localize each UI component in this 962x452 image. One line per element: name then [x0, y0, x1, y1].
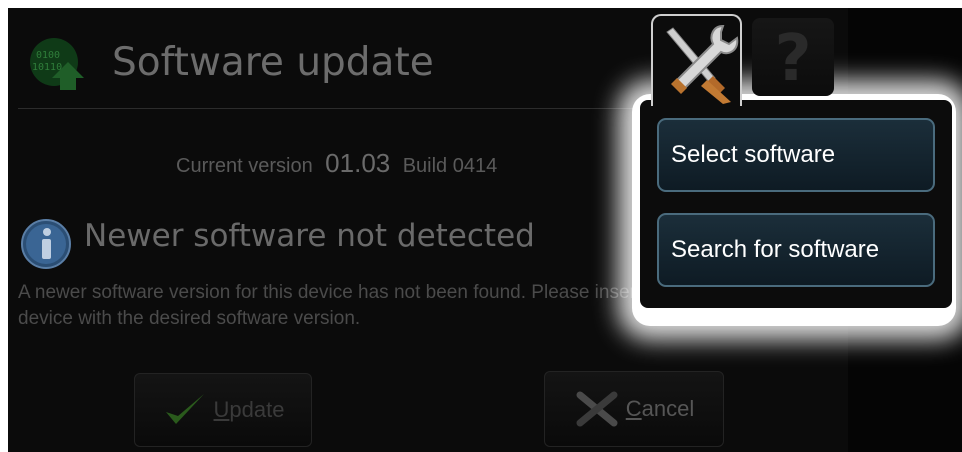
version-number: 01.03	[325, 148, 391, 178]
page-title: Software update	[112, 40, 434, 85]
info-icon	[21, 219, 71, 269]
software-update-icon: 0100 10110	[30, 38, 84, 90]
cancel-button[interactable]: Cancel	[544, 371, 724, 447]
tab-help[interactable]: ?	[752, 18, 834, 96]
version-label: Current version	[176, 155, 313, 177]
menu-item-select-software[interactable]: Select software	[657, 118, 935, 192]
build-number: Build 0414	[402, 155, 498, 177]
cancel-label: Cancel	[625, 396, 695, 421]
svg-text:?: ?	[774, 22, 811, 92]
tools-icon	[666, 24, 739, 104]
title-divider	[18, 108, 638, 109]
update-label: Update	[213, 397, 285, 422]
help-icon: ?	[774, 22, 811, 92]
device-screen: 0100 10110 Software update Current versi…	[8, 8, 962, 452]
menu-item-search-for-software[interactable]: Search for software	[657, 213, 935, 287]
current-version: Current version 01.03 Build 0414	[176, 148, 497, 179]
update-button[interactable]: Update	[134, 373, 312, 447]
tab-tools[interactable]	[651, 14, 742, 106]
checkmark-icon	[165, 394, 204, 424]
svg-text:10110: 10110	[32, 62, 62, 73]
notice-title: Newer software not detected	[84, 218, 535, 254]
notice-message: A newer software version for this device…	[18, 282, 712, 329]
svg-text:0100: 0100	[36, 50, 60, 61]
cancel-icon	[576, 391, 618, 427]
